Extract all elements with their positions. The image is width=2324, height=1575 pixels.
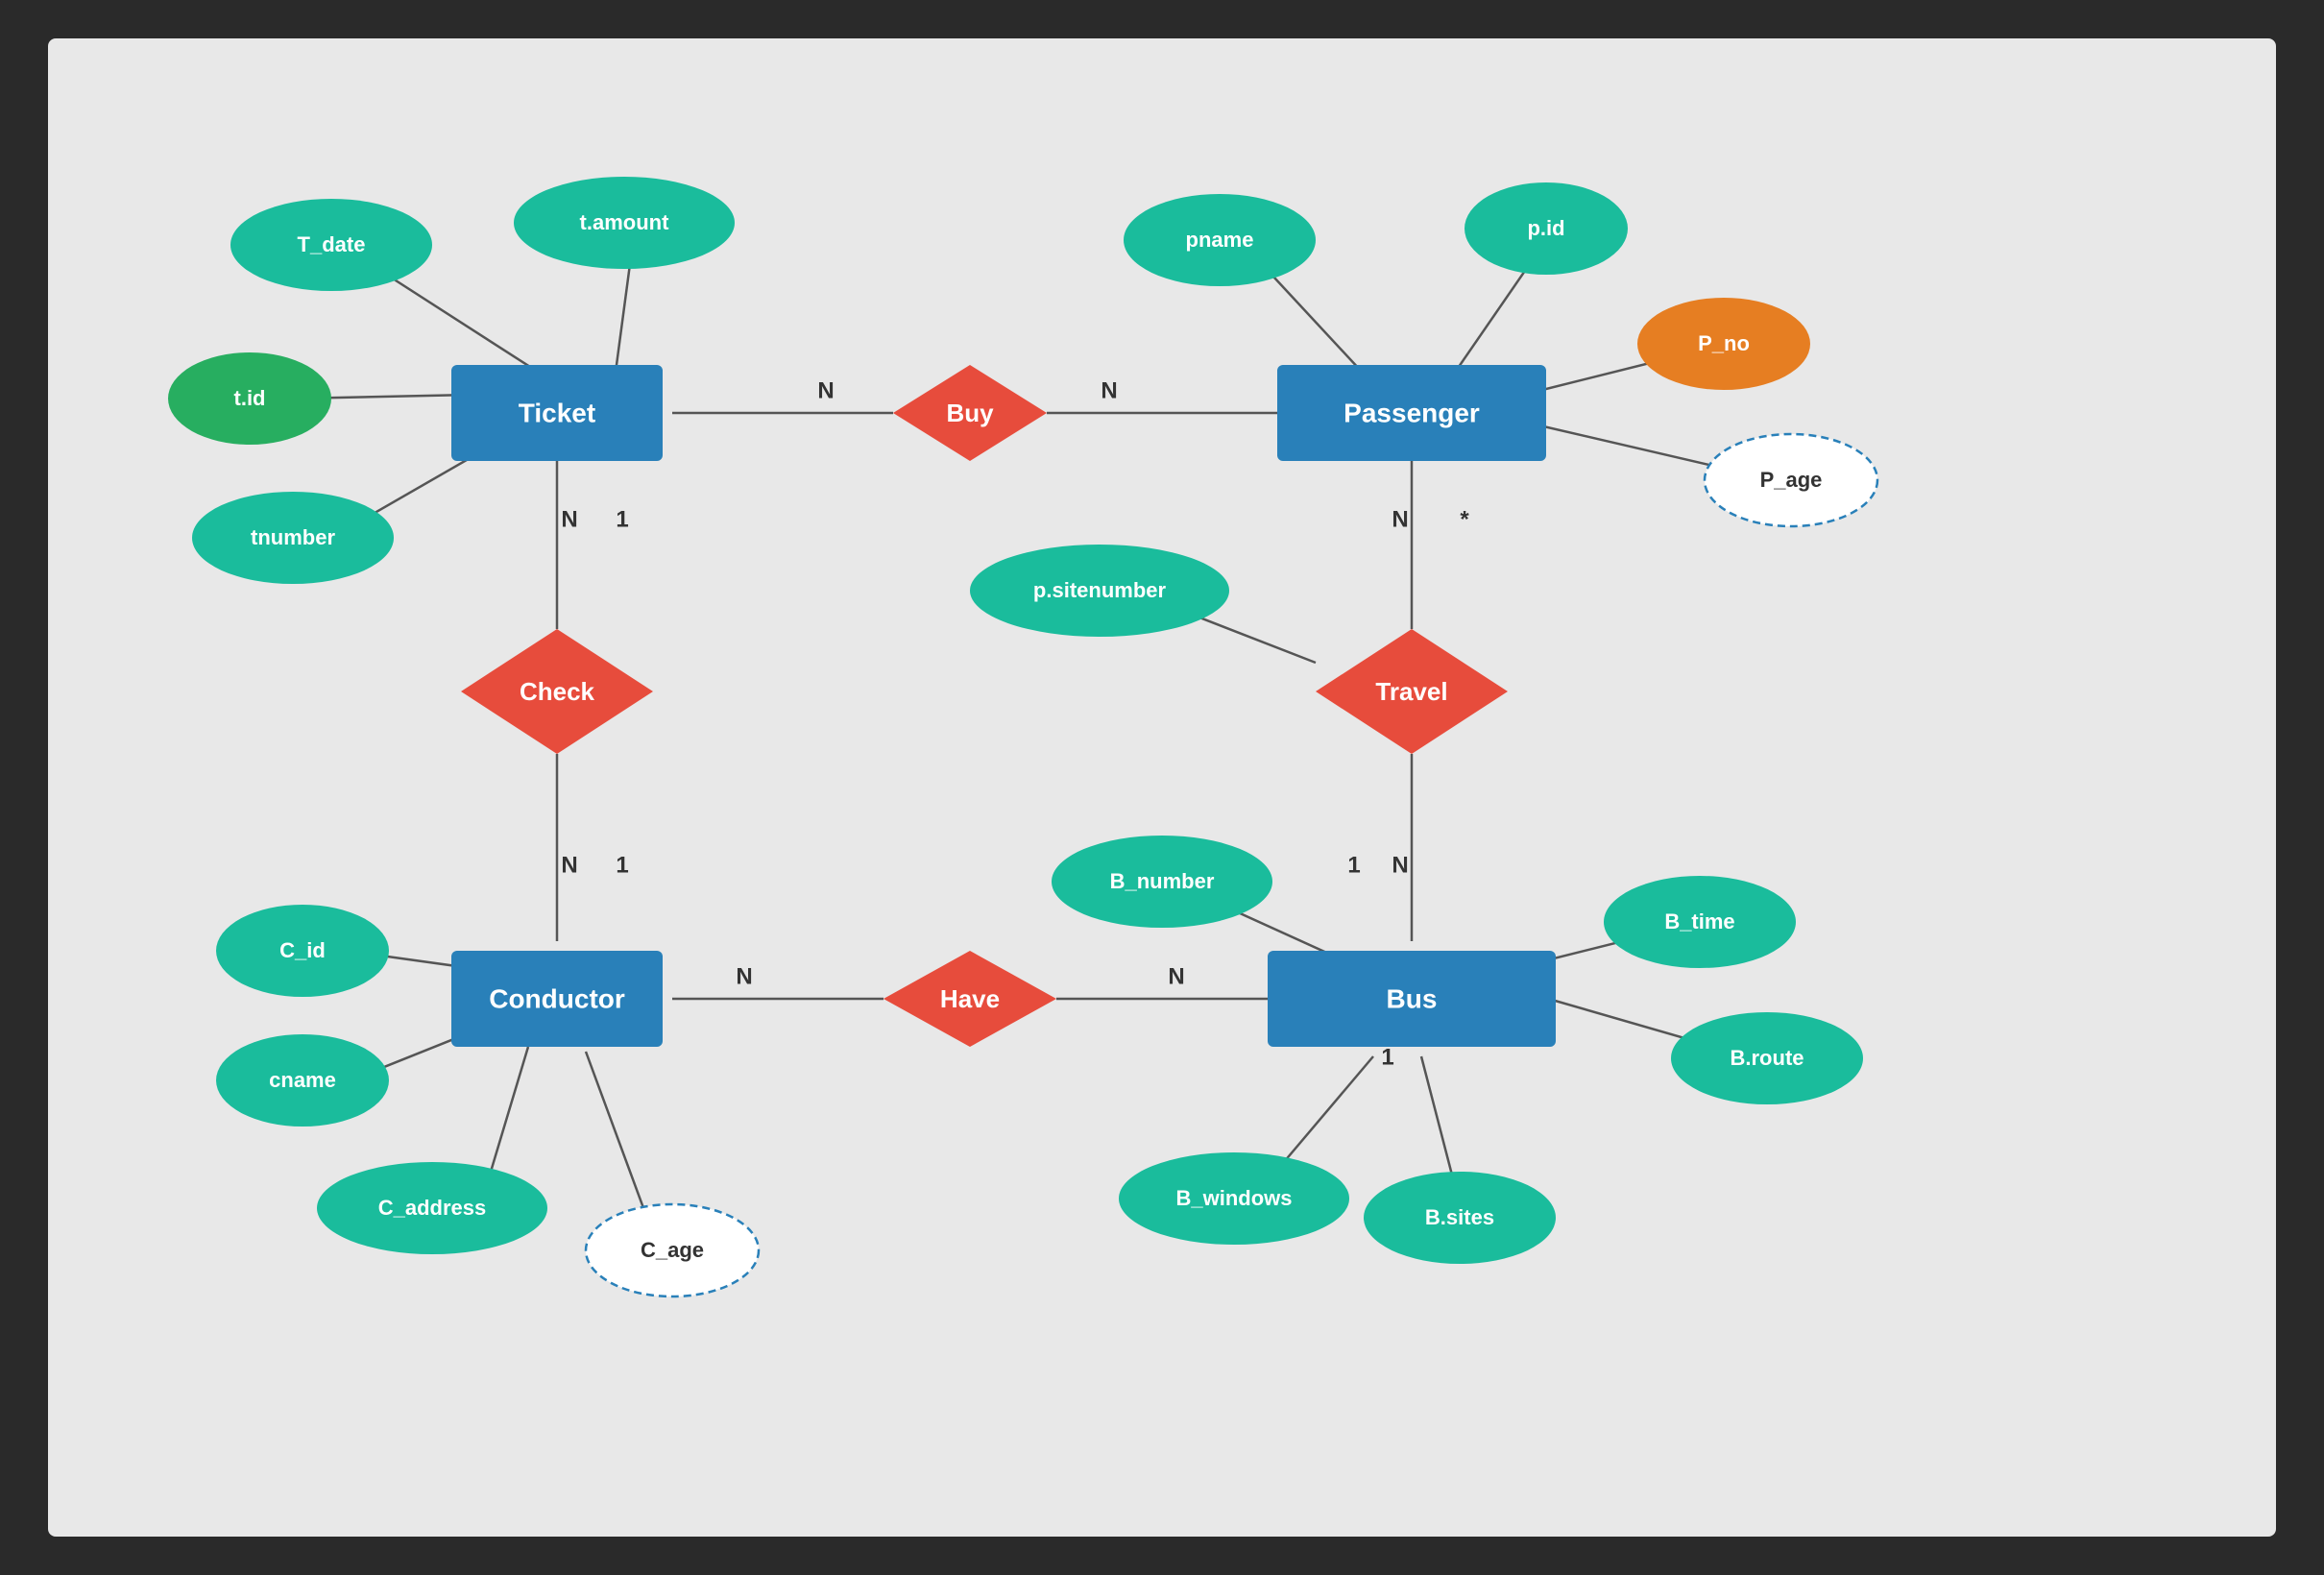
entity-conductor-label: Conductor [489,983,625,1013]
entity-passenger-label: Passenger [1344,398,1480,427]
card-buy-passenger-n: N [1101,377,1117,403]
card-passenger-travel-n: N [1392,506,1408,532]
attr-t-amount-label: t.amount [580,210,670,234]
attr-p-sitenumber-label: p.sitenumber [1033,578,1167,602]
attr-b-sites-label: B.sites [1425,1205,1494,1229]
card-check-conductor-n: N [561,852,577,878]
attr-b-windows-label: B_windows [1175,1186,1292,1210]
attr-cname-label: cname [269,1068,336,1092]
entity-bus-label: Bus [1387,983,1438,1013]
attr-c-age-label: C_age [641,1238,704,1262]
attr-c-id-label: C_id [279,938,326,962]
card-have-bus-1: 1 [1381,1044,1393,1070]
card-check-conductor-1: 1 [616,852,628,878]
card-conductor-have-n: N [736,963,752,989]
attr-b-number-label: B_number [1110,869,1215,893]
attr-c-address-label: C_address [378,1196,487,1220]
attr-b-time-label: B_time [1664,909,1734,933]
relation-travel-label: Travel [1375,677,1447,706]
attr-pname-label: pname [1186,228,1254,252]
relation-have-label: Have [940,984,1000,1013]
card-travel-bus-n: N [1392,852,1408,878]
entity-ticket-label: Ticket [519,398,595,427]
attr-tnumber-label: tnumber [251,525,335,549]
card-have-bus-n: N [1168,963,1184,989]
attr-t-date-label: T_date [298,232,366,256]
card-ticket-check-1: 1 [616,506,628,532]
attr-b-route-label: B.route [1731,1046,1804,1070]
card-travel-bus-1: 1 [1347,852,1360,878]
attr-p-no-label: P_no [1698,331,1750,355]
diagram-container: N N 1 N 1 N 1 N * N 1 N N 1 Ticket Passe… [48,38,2276,1537]
card-ticket-check-n: N [561,506,577,532]
attr-p-age-label: P_age [1760,468,1823,492]
attr-p-id-label: p.id [1527,216,1564,240]
card-passenger-travel-star: * [1460,506,1469,532]
card-ticket-buy-n: N [817,377,834,403]
relation-check-label: Check [520,677,595,706]
attr-t-id-label: t.id [234,386,266,410]
relation-buy-label: Buy [946,399,994,427]
